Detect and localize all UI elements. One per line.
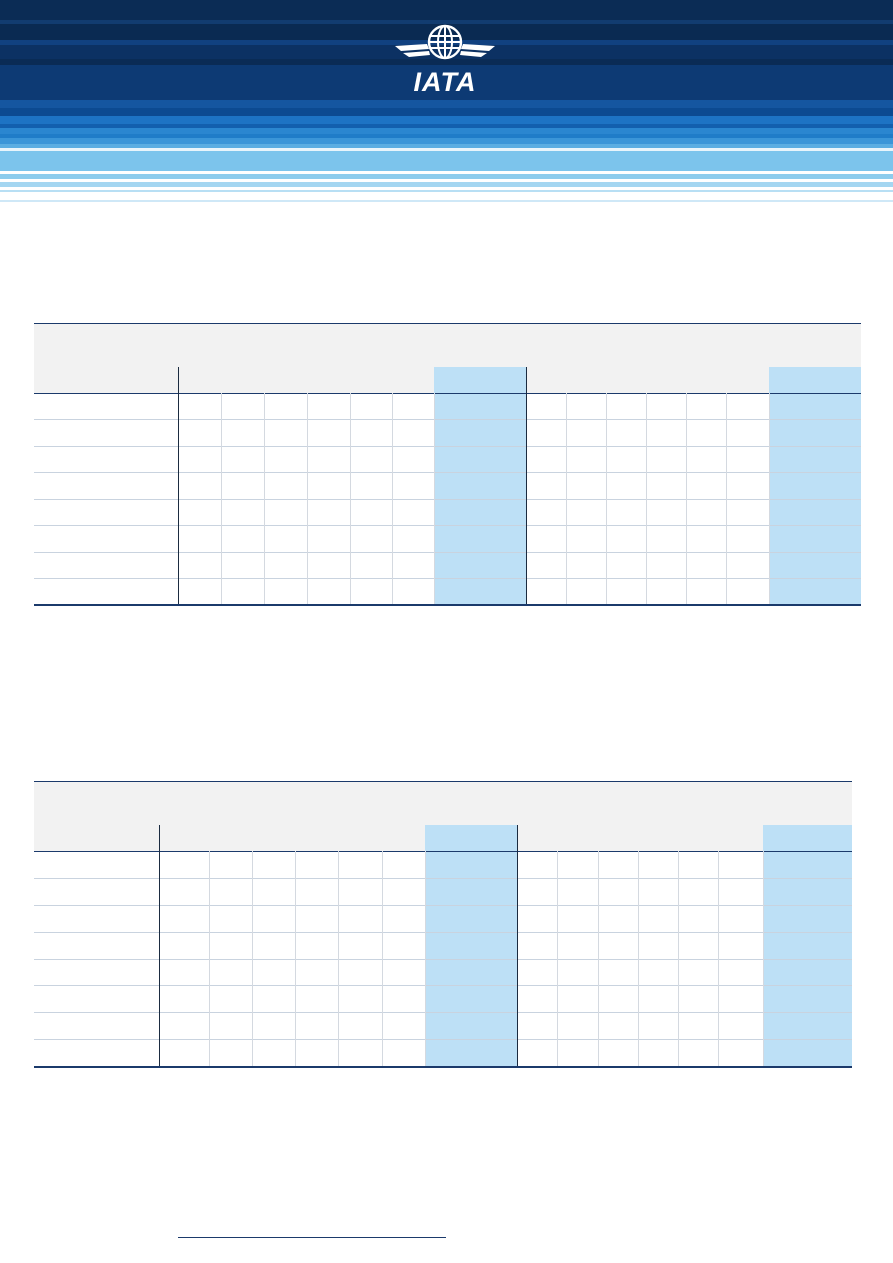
table-title-bar — [34, 781, 852, 825]
iata-logo: IATA — [393, 22, 497, 97]
header-banner: IATA — [0, 0, 893, 205]
table-row — [34, 419, 861, 420]
table-row — [34, 959, 852, 960]
table-row — [34, 552, 861, 553]
highlight-column — [763, 825, 852, 1066]
highlight-column — [434, 367, 526, 604]
table-row — [34, 932, 852, 933]
globe-icon — [427, 24, 463, 60]
table-row — [34, 985, 852, 986]
highlight-column — [769, 367, 861, 604]
table-row — [34, 446, 861, 447]
table-row — [34, 525, 861, 526]
table-row — [34, 472, 861, 473]
highlight-column — [425, 825, 517, 1066]
table-row — [34, 878, 852, 879]
data-table-1 — [34, 323, 861, 606]
table-row — [34, 499, 861, 500]
data-table-2 — [34, 781, 852, 1068]
table-row — [34, 1012, 852, 1013]
table-row — [34, 905, 852, 906]
logo-wordmark: IATA — [413, 67, 477, 97]
table-row — [34, 1039, 852, 1040]
table-row — [34, 578, 861, 579]
footnote-separator — [178, 1237, 446, 1238]
table-title-bar — [34, 323, 861, 367]
